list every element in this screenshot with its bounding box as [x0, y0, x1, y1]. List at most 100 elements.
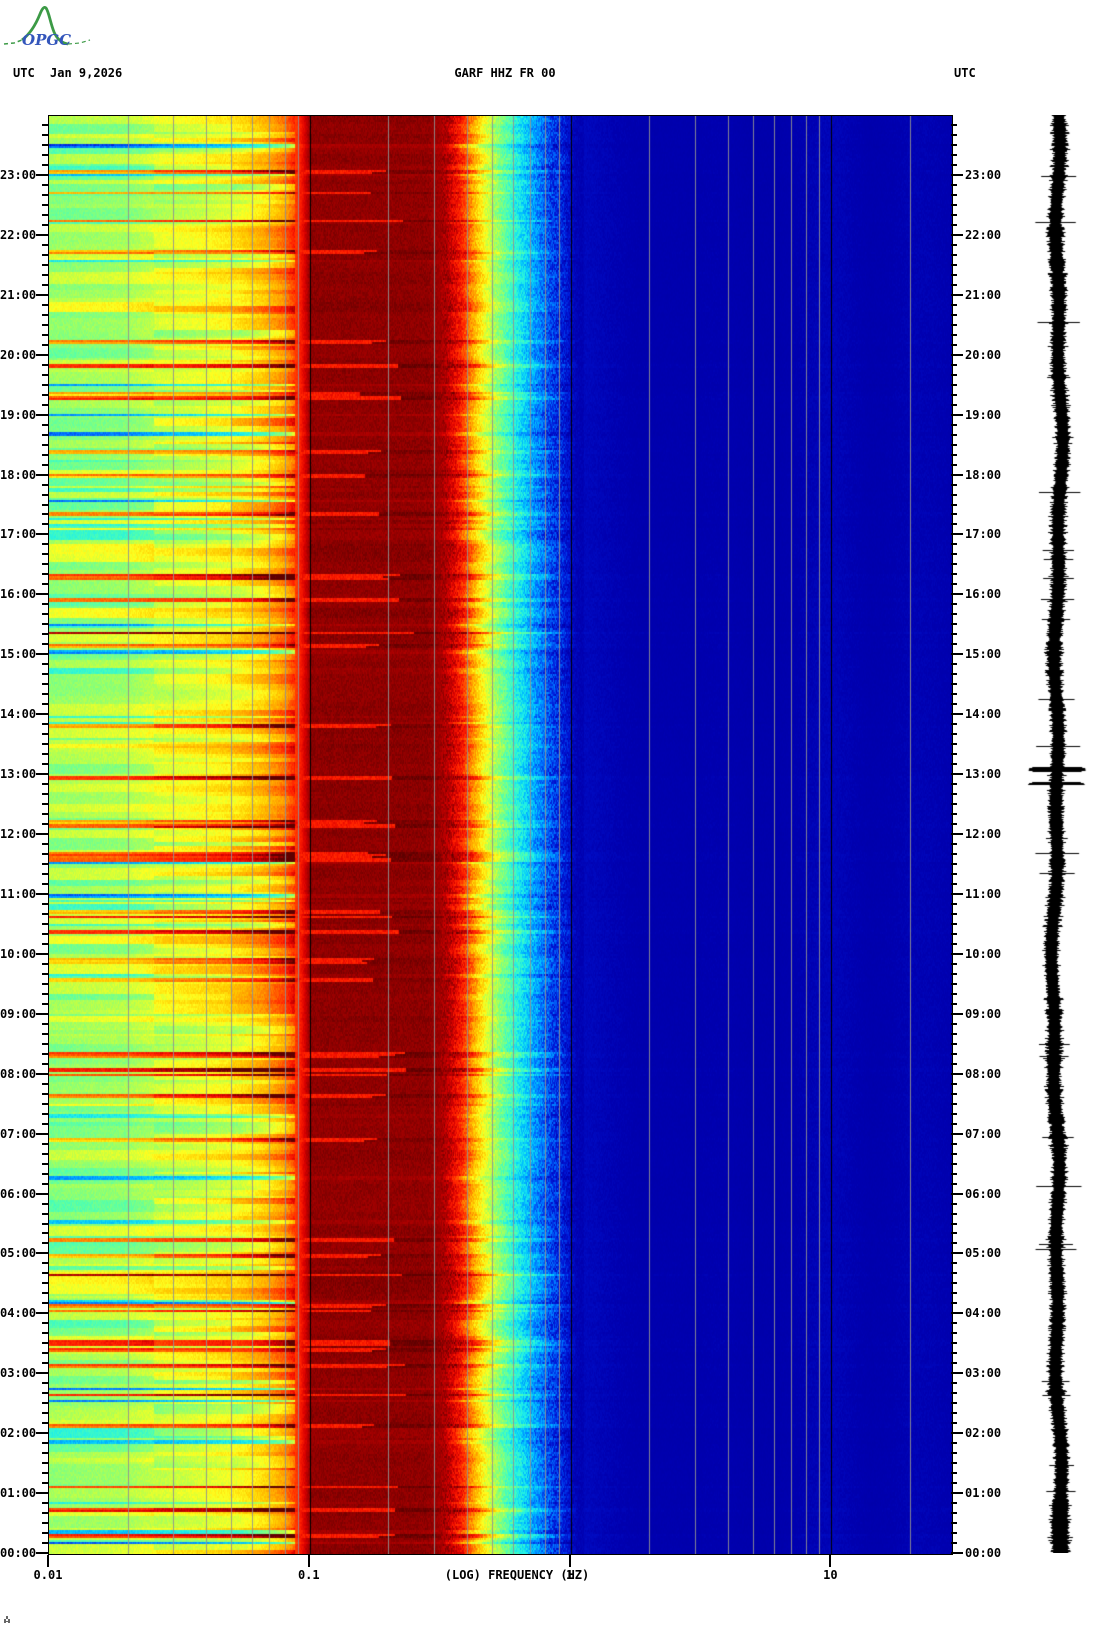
y-minor-tick — [951, 863, 957, 865]
y-minor-tick — [951, 503, 957, 506]
y-major-tick — [951, 593, 963, 596]
y-minor-tick — [42, 573, 48, 576]
y-minor-tick — [42, 134, 48, 136]
y-minor-tick — [951, 1472, 957, 1475]
corner-artifact — [4, 1616, 12, 1625]
y-minor-tick — [951, 383, 957, 386]
y-minor-tick — [42, 982, 48, 985]
y-minor-tick — [42, 872, 48, 875]
spectrogram-canvas — [49, 116, 952, 1554]
y-minor-tick — [42, 1032, 48, 1035]
y-tick-label: 05:00 — [0, 1246, 37, 1261]
logo-text: OPGC — [22, 31, 71, 49]
y-minor-tick — [951, 932, 957, 935]
y-minor-tick — [42, 1082, 48, 1085]
y-minor-tick — [951, 493, 957, 496]
x-tick-label: 0.01 — [33, 1568, 63, 1582]
y-minor-tick — [42, 1292, 48, 1295]
y-minor-tick — [951, 583, 957, 586]
y-minor-tick — [42, 1522, 48, 1524]
y-minor-tick — [42, 303, 48, 306]
y-minor-tick — [42, 543, 48, 546]
y-minor-tick — [42, 403, 48, 406]
y-tick-label: 19:00 — [0, 407, 37, 422]
y-tick-label: 15:00 — [965, 647, 1002, 662]
y-minor-tick — [951, 553, 957, 556]
y-minor-tick — [951, 223, 957, 226]
y-minor-tick — [42, 1152, 48, 1155]
y-minor-tick — [42, 1092, 48, 1095]
y-minor-tick — [951, 573, 957, 576]
y-minor-tick — [951, 1322, 957, 1325]
y-tick-label: 23:00 — [965, 167, 1002, 182]
y-minor-tick — [951, 1292, 957, 1295]
y-minor-tick — [42, 733, 48, 736]
y-minor-tick — [42, 1442, 48, 1445]
y-minor-tick — [42, 1532, 48, 1534]
y-tick-label: 12:00 — [965, 827, 1002, 841]
y-minor-tick — [42, 1472, 48, 1475]
y-minor-tick — [951, 453, 957, 456]
y-major-tick — [36, 653, 48, 656]
y-major-tick — [951, 533, 963, 536]
y-tick-label: 11:00 — [965, 886, 1002, 901]
y-minor-tick — [42, 283, 48, 286]
y-minor-tick — [951, 1412, 957, 1415]
y-minor-tick — [951, 763, 957, 766]
y-major-tick — [36, 353, 48, 356]
y-minor-tick — [42, 1452, 48, 1455]
y-minor-tick — [951, 283, 957, 286]
y-minor-tick — [951, 1182, 957, 1185]
y-minor-tick — [42, 1392, 48, 1395]
y-tick-label: 06:00 — [965, 1186, 1002, 1201]
y-minor-tick — [42, 253, 48, 256]
y-minor-tick — [42, 753, 48, 756]
y-tick-label: 13:00 — [965, 767, 1002, 782]
y-minor-tick — [951, 1122, 957, 1125]
y-minor-tick — [42, 932, 48, 935]
y-minor-tick — [42, 1062, 48, 1065]
y-minor-tick — [42, 193, 48, 196]
y-minor-tick — [951, 323, 957, 326]
y-minor-tick — [42, 513, 48, 516]
y-minor-tick — [42, 613, 48, 616]
y-major-tick — [951, 653, 963, 656]
y-major-tick — [951, 353, 963, 356]
spectrogram-page: { "header": { "utc_left": "UTC", "date":… — [0, 0, 1102, 1634]
y-minor-tick — [951, 962, 957, 965]
y-major-tick — [36, 833, 48, 835]
y-minor-tick — [951, 783, 957, 786]
y-minor-tick — [951, 1332, 957, 1335]
y-minor-tick — [42, 1222, 48, 1225]
y-tick-label: 08:00 — [0, 1066, 37, 1081]
y-minor-tick — [42, 882, 48, 885]
y-minor-tick — [951, 912, 957, 915]
y-minor-tick — [42, 1182, 48, 1185]
y-tick-label: 11:00 — [0, 886, 37, 901]
y-minor-tick — [951, 1302, 957, 1305]
x-major-tick — [829, 1555, 832, 1567]
y-tick-label: 07:00 — [0, 1126, 37, 1141]
y-minor-tick — [951, 633, 957, 636]
y-tick-label: 17:00 — [965, 527, 1002, 542]
y-tick-label: 04:00 — [965, 1306, 1002, 1321]
y-minor-tick — [951, 1442, 957, 1445]
y-minor-tick — [42, 373, 48, 376]
y-minor-tick — [951, 1532, 957, 1534]
y-minor-tick — [951, 483, 957, 486]
y-minor-tick — [42, 972, 48, 975]
y-minor-tick — [42, 363, 48, 366]
y-minor-tick — [951, 243, 957, 246]
y-minor-tick — [951, 1222, 957, 1225]
y-minor-tick — [951, 992, 957, 995]
y-minor-tick — [42, 343, 48, 346]
y-minor-tick — [951, 1352, 957, 1355]
y-minor-tick — [42, 643, 48, 646]
y-minor-tick — [42, 1402, 48, 1405]
y-minor-tick — [951, 153, 957, 156]
y-minor-tick — [951, 1082, 957, 1085]
y-minor-tick — [42, 453, 48, 456]
y-major-tick — [36, 773, 48, 776]
y-minor-tick — [951, 523, 957, 526]
y-tick-label: 15:00 — [0, 647, 37, 662]
